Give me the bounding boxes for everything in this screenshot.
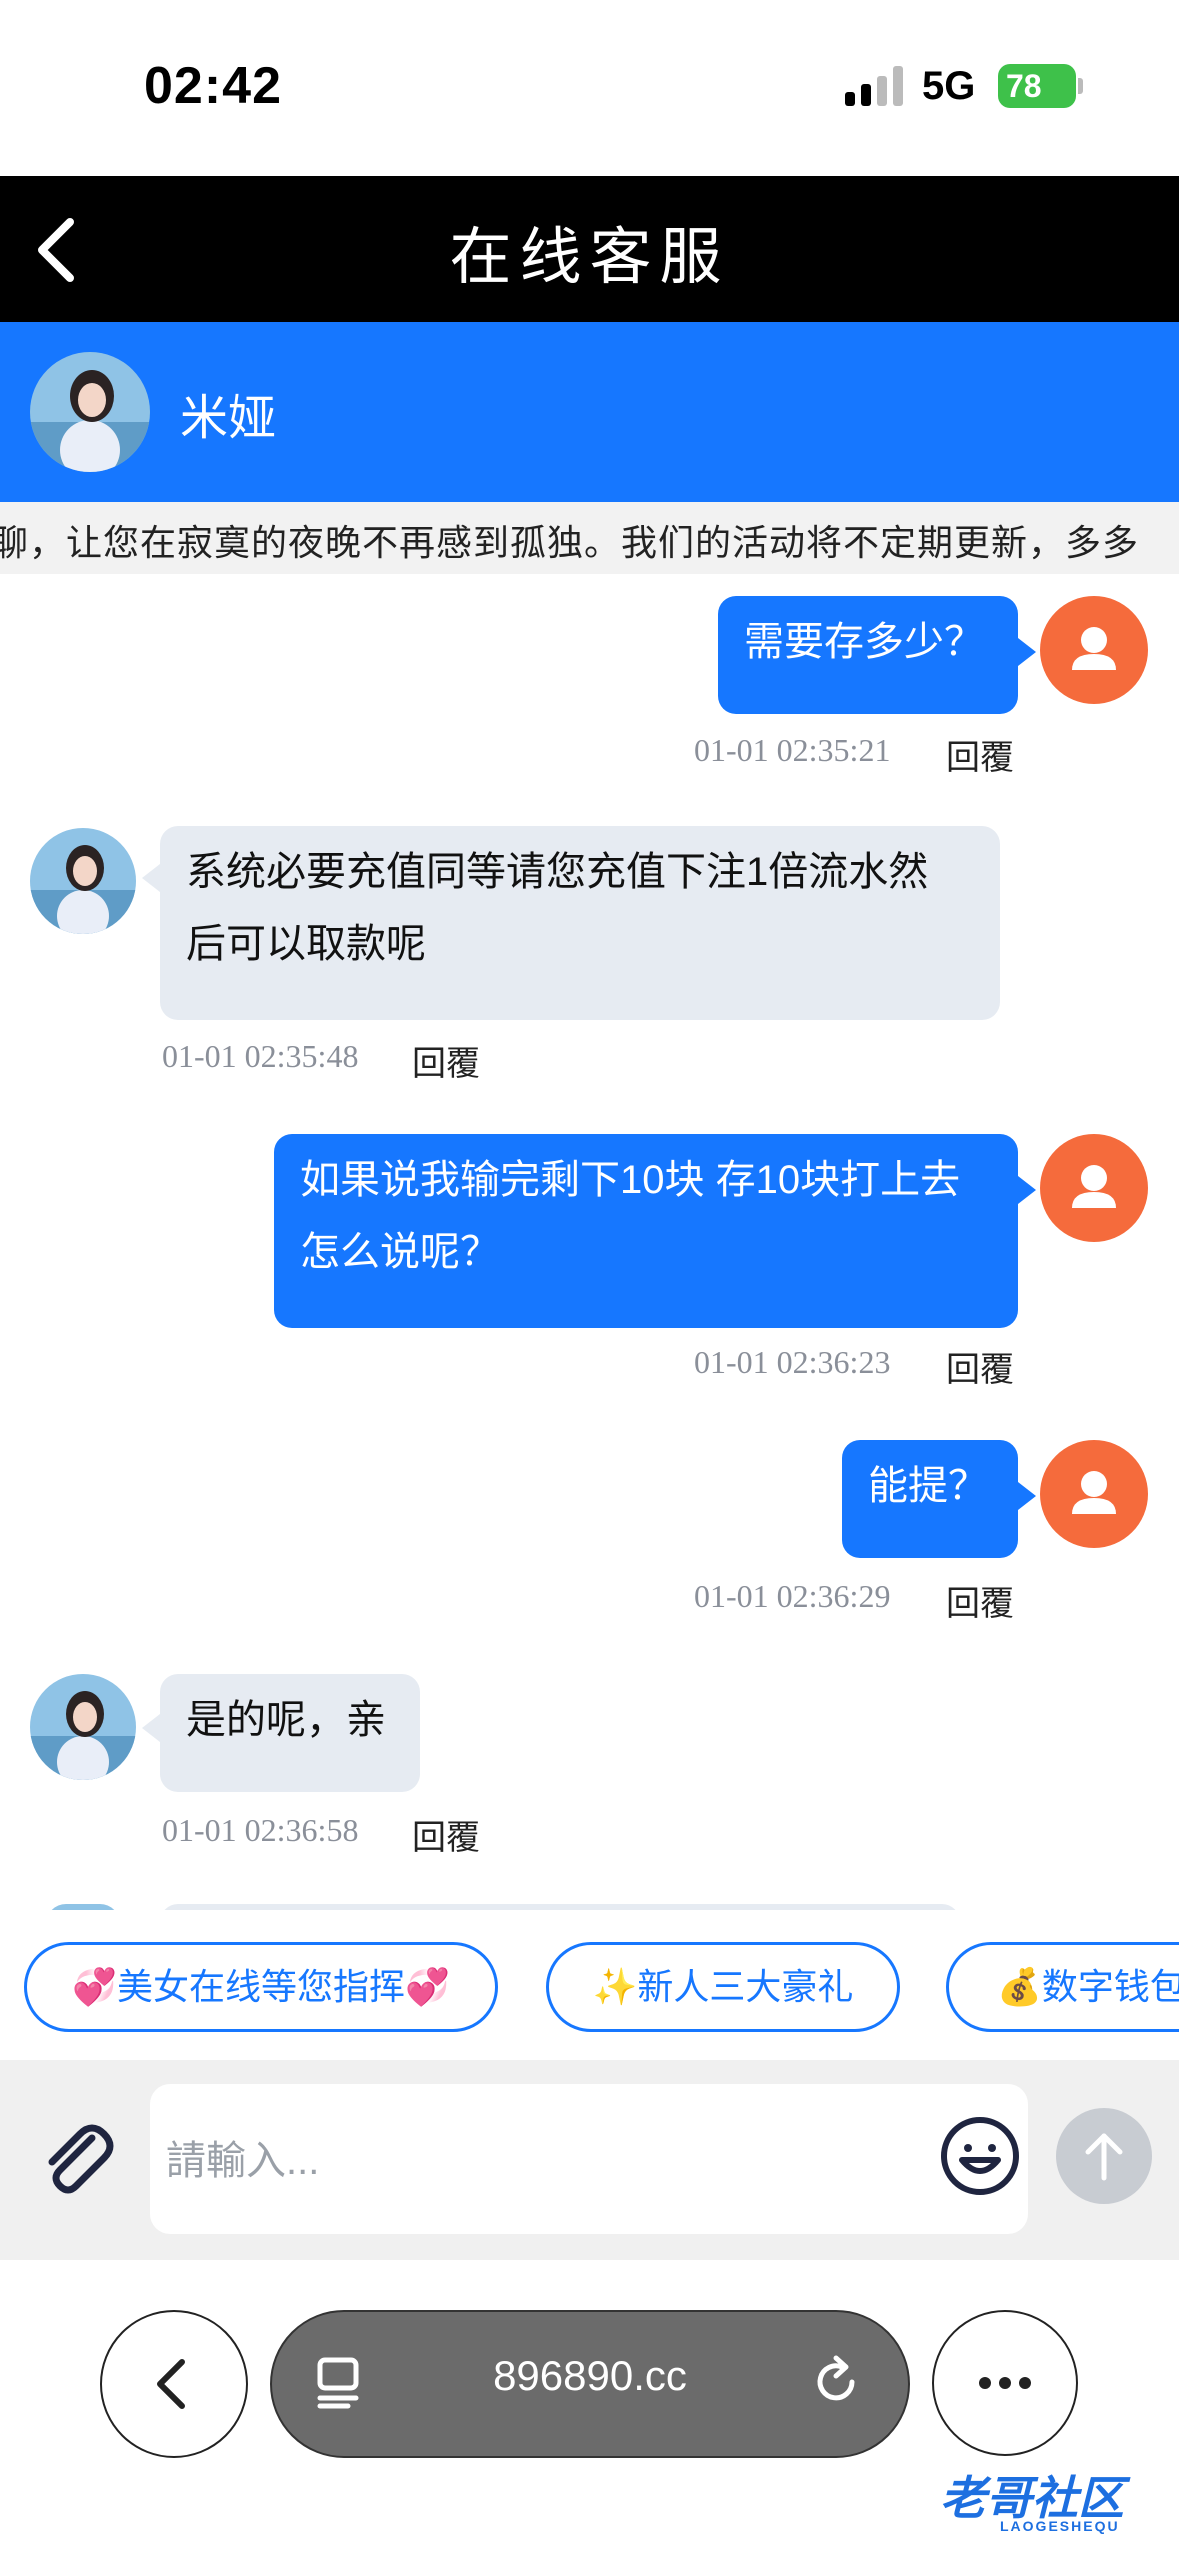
message-time: 01-01 02:36:23	[694, 1344, 891, 1380]
quick-reply-bar: 💞美女在线等您指挥💞 ✨新人三大豪礼 💰数字钱包	[0, 1910, 1179, 2060]
message-time: 01-01 02:35:21	[694, 732, 891, 768]
bubble-tail	[1018, 638, 1036, 666]
battery-level: 78	[1006, 68, 1042, 104]
message-input-placeholder: 請輸入...	[166, 2139, 320, 2183]
message-bubble-incoming: 是的呢，亲	[160, 1674, 420, 1792]
more-icon	[979, 2377, 1031, 2389]
message-text-line: 怎么说呢？	[300, 1230, 500, 1274]
chat-area[interactable]: 需要存多少？ 01-01 02:35:21 回覆 系统必要充值同等请您充值下注1…	[0, 574, 1179, 1910]
reply-button[interactable]: 回覆	[412, 1810, 480, 1859]
user-avatar	[1040, 1440, 1148, 1548]
user-icon	[1072, 1471, 1116, 1514]
back-chevron-icon	[157, 2359, 185, 2409]
user-icon	[1072, 1165, 1116, 1208]
bubble-tail	[142, 1714, 160, 1742]
message-text: 能提？	[868, 1464, 988, 1508]
reload-button[interactable]	[806, 2352, 866, 2412]
announcement-marquee: 聊，让您在寂寞的夜晚不再感到孤独。我们的活动将不定期更新，多多	[0, 502, 1179, 574]
status-time: 02:42	[144, 57, 282, 115]
bubble-tail	[1018, 1176, 1036, 1204]
reload-icon	[817, 2355, 855, 2401]
message-text: 是的呢，亲	[186, 1698, 386, 1742]
reply-button[interactable]: 回覆	[946, 1576, 1014, 1625]
browser-back-button[interactable]	[100, 2310, 248, 2458]
emoji-button[interactable]	[938, 2114, 1022, 2198]
battery-icon: 78	[998, 64, 1076, 108]
bubble-tail	[1018, 1482, 1036, 1510]
message-bubble-incoming: 系统必要充值同等请您充值下注1倍流水然 后可以取款呢	[160, 826, 1000, 1020]
quick-reply-chip[interactable]: ✨新人三大豪礼	[546, 1942, 900, 2032]
message-text-line: 系统必要充值同等请您充值下注1倍流水然	[186, 850, 929, 894]
message-time: 01-01 02:36:29	[694, 1578, 891, 1614]
quick-reply-chip[interactable]: 💞美女在线等您指挥💞	[24, 1942, 498, 2032]
attachment-icon	[48, 2124, 114, 2194]
user-icon	[1072, 627, 1116, 670]
emoji-icon	[941, 2117, 1019, 2195]
agent-avatar	[30, 1674, 136, 1780]
reply-button[interactable]: 回覆	[412, 1036, 480, 1085]
more-button[interactable]	[932, 2310, 1078, 2456]
send-button[interactable]	[1056, 2108, 1152, 2204]
message-bubble-outgoing: 能提？	[842, 1440, 1018, 1558]
user-avatar	[1040, 1134, 1148, 1242]
agent-name: 米娅	[180, 392, 277, 445]
user-avatar	[1040, 596, 1148, 704]
message-bubble-outgoing: 需要存多少？	[718, 596, 1018, 714]
reply-button[interactable]: 回覆	[946, 730, 1014, 779]
message-bubble-outgoing: 如果说我输完剩下10块 存10块打上去 怎么说呢？	[274, 1134, 1018, 1328]
quick-reply-chip[interactable]: 💰数字钱包	[946, 1942, 1179, 2032]
bubble-tail	[142, 864, 160, 892]
page-title: 在线客服	[449, 223, 730, 292]
agent-bar	[0, 322, 1179, 502]
network-label: 5G	[922, 64, 976, 108]
message-text-line: 后可以取款呢	[186, 922, 426, 966]
battery-tip	[1078, 78, 1083, 94]
agent-avatar	[30, 828, 136, 934]
message-text-line: 如果说我输完剩下10块 存10块打上去	[300, 1158, 961, 1202]
agent-avatar	[30, 352, 150, 472]
watermark-subtext: LAOGESHEQU	[1000, 2518, 1120, 2534]
announcement-text: 聊，让您在寂寞的夜晚不再感到孤独。我们的活动将不定期更新，多多	[0, 522, 1140, 563]
message-time: 01-01 02:35:48	[162, 1038, 359, 1074]
attachment-button[interactable]	[30, 2112, 126, 2208]
send-arrow-icon	[1085, 2133, 1123, 2181]
message-time: 01-01 02:36:58	[162, 1812, 359, 1848]
signal-icon	[845, 66, 905, 106]
reply-button[interactable]: 回覆	[946, 1342, 1014, 1391]
message-text: 需要存多少？	[744, 620, 984, 664]
